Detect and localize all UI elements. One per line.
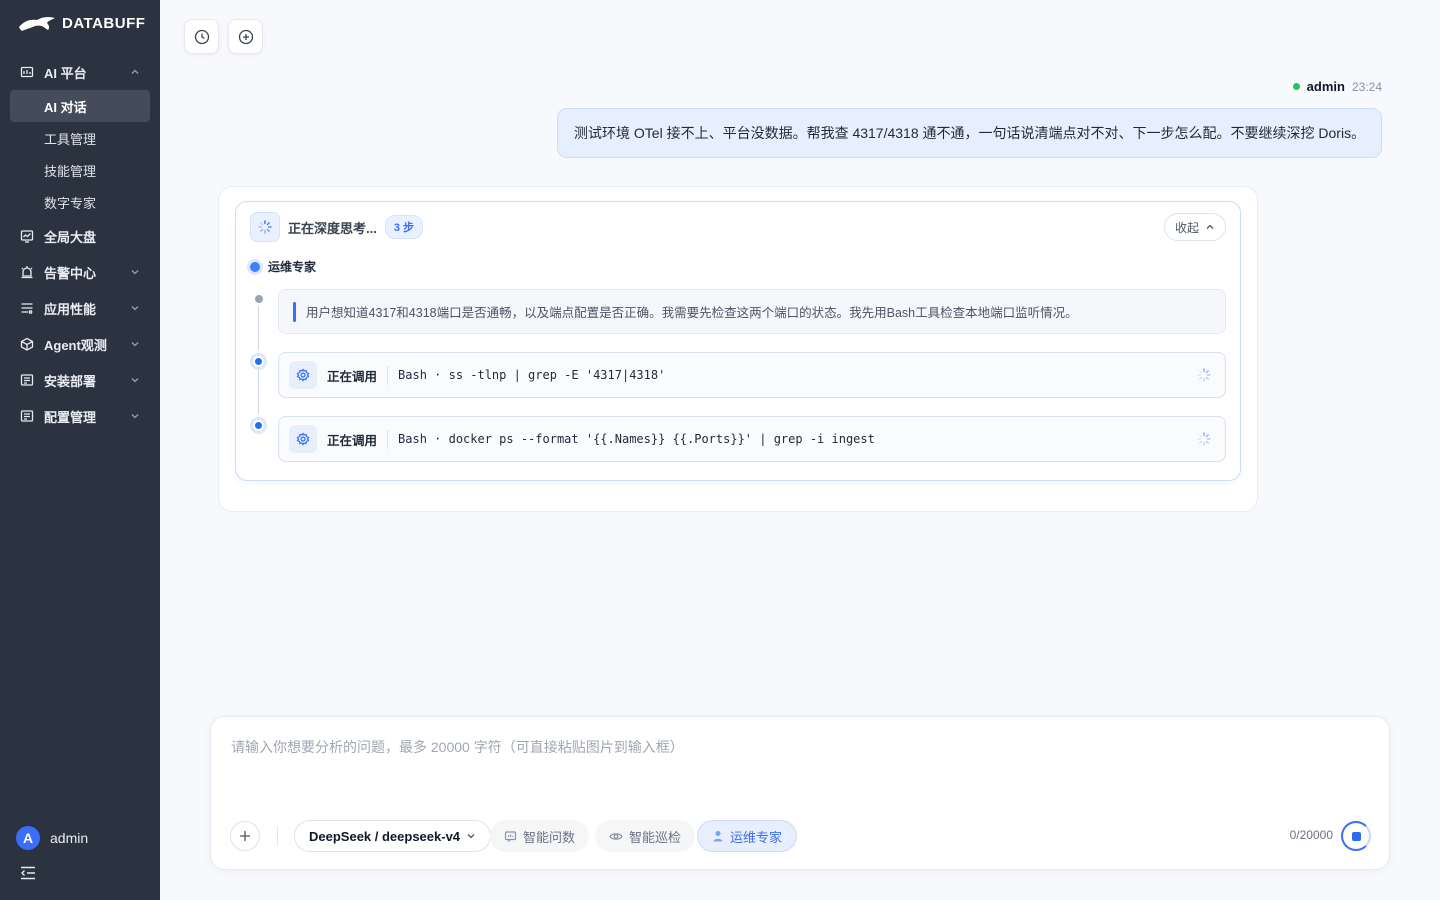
ai-platform-icon xyxy=(20,65,34,79)
tool-call-status: 正在调用 xyxy=(327,365,389,385)
tool-call-status: 正在调用 xyxy=(327,429,389,449)
chat-data-icon xyxy=(504,830,517,842)
chevron-down-icon xyxy=(130,375,140,385)
collapse-label: 收起 xyxy=(1174,220,1199,235)
thinking-header: 正在深度思考... 3 步 xyxy=(250,212,424,242)
sidebar-item-ai-chat[interactable]: AI 对话 xyxy=(10,90,150,122)
mode-smart-query[interactable]: 智能问数 xyxy=(490,820,590,852)
brand-logo[interactable]: DATABUFF xyxy=(18,14,145,32)
alarm-icon xyxy=(20,265,34,279)
nav-group-app-performance[interactable]: 应用性能 xyxy=(0,290,160,326)
nav-group-global-dashboard[interactable]: 全局大盘 xyxy=(0,218,160,254)
message-author: admin xyxy=(1306,79,1345,94)
panther-logo-icon xyxy=(19,16,55,31)
message-meta: admin 23:24 xyxy=(1292,79,1382,94)
chevron-down-icon xyxy=(130,411,140,421)
message-time: 23:24 xyxy=(1351,79,1382,94)
sidebar-item-skill-management[interactable]: 技能管理 xyxy=(0,154,160,186)
mode-smart-inspection[interactable]: 智能巡检 xyxy=(595,820,696,852)
model-selector[interactable]: DeepSeek / deepseek-v4 xyxy=(294,820,492,852)
thought-accent-bar xyxy=(293,301,296,322)
timeline-dot-active xyxy=(253,356,264,367)
divider xyxy=(277,826,278,846)
collapse-sidebar-icon[interactable] xyxy=(20,866,36,880)
gear-icon xyxy=(289,425,317,453)
collapse-thinking-button[interactable]: 收起 xyxy=(1163,213,1226,241)
plus-circle-icon xyxy=(238,29,253,44)
timeline-dot-active xyxy=(253,420,264,431)
chevron-down-icon xyxy=(467,834,475,839)
gear-icon xyxy=(289,361,317,389)
model-name: DeepSeek / deepseek-v4 xyxy=(309,828,461,844)
chat-composer: DeepSeek / deepseek-v4 智能问数 智能巡检 运维专家 0/… xyxy=(210,716,1390,870)
agent-label: 运维专家 xyxy=(250,258,316,275)
chevron-down-icon xyxy=(130,339,140,349)
chevron-up-icon xyxy=(130,67,140,77)
thinking-title: 正在深度思考... xyxy=(288,220,377,236)
apm-icon xyxy=(20,301,34,315)
nav-group-alarm-center[interactable]: 告警中心 xyxy=(0,254,160,290)
timeline-connector xyxy=(258,306,259,350)
plus-icon xyxy=(240,831,250,841)
person-icon xyxy=(713,831,723,842)
sidebar-item-tool-management[interactable]: 工具管理 xyxy=(0,122,160,154)
nav-group-agent-observe[interactable]: Agent观测 xyxy=(0,326,160,362)
assistant-response-card: 正在深度思考... 3 步 收起 运维专家 用户想知道4317和4318端口是否… xyxy=(218,186,1258,512)
chevron-up-icon xyxy=(1206,224,1214,229)
agent-status-dot xyxy=(250,261,260,272)
tool-call-step[interactable]: 正在调用 Bash · docker ps --format '{{.Names… xyxy=(278,416,1226,462)
stop-generation-button[interactable] xyxy=(1341,821,1371,851)
nav-group-install-deploy[interactable]: 安装部署 xyxy=(0,362,160,398)
cube-icon xyxy=(20,337,34,351)
user-name: admin xyxy=(50,830,89,846)
thinking-panel: 正在深度思考... 3 步 收起 运维专家 用户想知道4317和4318端口是否… xyxy=(235,201,1241,481)
sidebar-user[interactable]: A admin xyxy=(16,826,88,850)
nav-group-ai-platform[interactable]: AI 平台 xyxy=(0,54,160,90)
steps-badge: 3 步 xyxy=(384,215,424,239)
loading-spinner-icon xyxy=(1197,432,1211,446)
eye-icon xyxy=(609,832,623,840)
timeline-dot xyxy=(255,295,263,303)
nav-group-config-management[interactable]: 配置管理 xyxy=(0,398,160,434)
mode-ops-expert[interactable]: 运维专家 xyxy=(697,820,798,852)
config-icon xyxy=(20,409,34,423)
thought-step: 用户想知道4317和4318端口是否通畅，以及端点配置是否正确。我需要先检查这两… xyxy=(278,289,1226,334)
sidebar: DATABUFF AI 平台 AI 对话 工具管理 技能管理 数字专家 全局大盘 xyxy=(0,0,160,900)
tool-call-command: Bash · ss -tlnp | grep -E '4317|4318' xyxy=(398,368,666,382)
online-status-dot xyxy=(1292,83,1300,90)
deploy-icon xyxy=(20,373,34,387)
tool-call-command: Bash · docker ps --format '{{.Names}} {{… xyxy=(398,432,875,446)
dashboard-icon xyxy=(20,229,34,243)
tool-call-step[interactable]: 正在调用 Bash · ss -tlnp | grep -E '4317|431… xyxy=(278,352,1226,398)
loading-spinner-icon xyxy=(1197,368,1211,382)
thought-text: 用户想知道4317和4318端口是否通畅，以及端点配置是否正确。我需要先检查这两… xyxy=(306,306,1078,320)
chevron-down-icon xyxy=(130,303,140,313)
new-chat-button[interactable] xyxy=(228,19,263,54)
chat-input[interactable] xyxy=(231,737,1371,807)
clock-icon xyxy=(194,29,209,44)
user-message-bubble: 测试环境 OTel 接不上、平台没数据。帮我查 4317/4318 通不通，一句… xyxy=(557,108,1382,158)
avatar: A xyxy=(16,826,40,850)
history-button[interactable] xyxy=(184,19,219,54)
char-counter: 0/20000 xyxy=(1289,828,1333,842)
sidebar-nav: AI 平台 AI 对话 工具管理 技能管理 数字专家 全局大盘 告警中心 应用性… xyxy=(0,54,160,434)
thinking-spinner-icon xyxy=(250,212,280,242)
stop-icon xyxy=(1351,831,1361,841)
attach-button[interactable] xyxy=(230,821,260,851)
chevron-down-icon xyxy=(130,267,140,277)
agent-name: 运维专家 xyxy=(268,260,317,274)
brand-name: DATABUFF xyxy=(62,14,146,32)
timeline-connector xyxy=(258,370,259,414)
sidebar-item-digital-expert[interactable]: 数字专家 xyxy=(0,186,160,218)
